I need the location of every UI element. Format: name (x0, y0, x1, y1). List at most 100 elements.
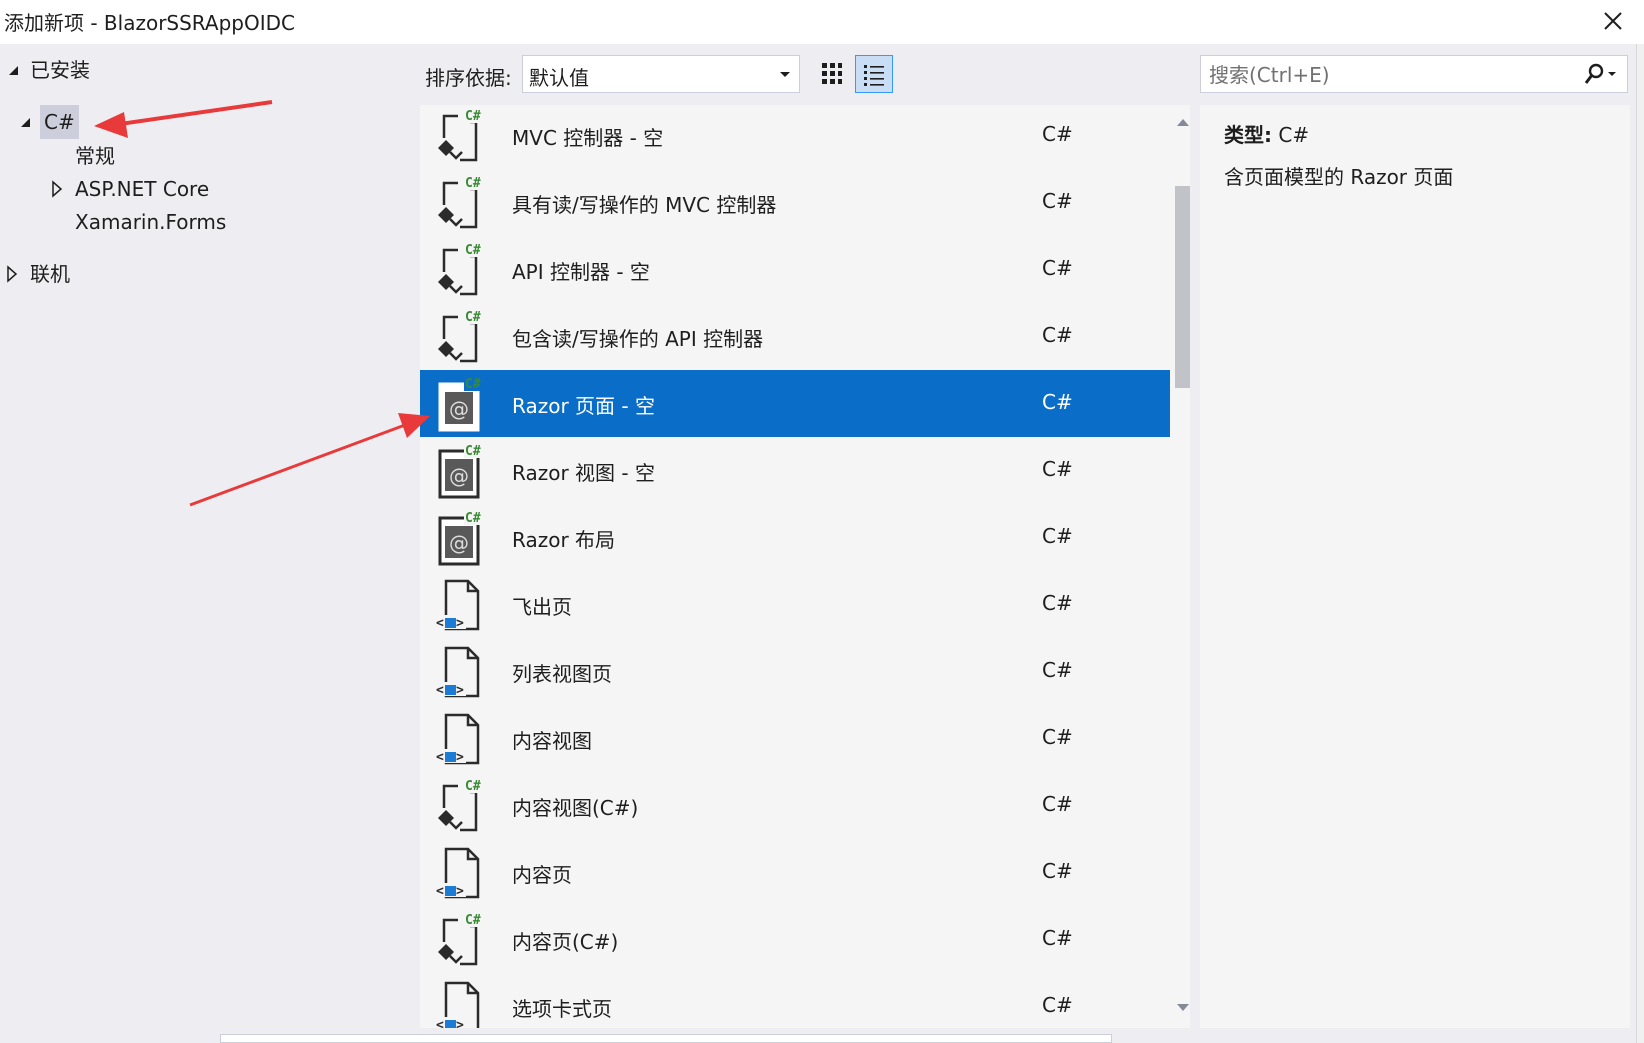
search-input[interactable] (1207, 62, 1571, 88)
template-name: Razor 布局 (512, 528, 616, 552)
template-item[interactable]: < > 内容页 C# (420, 839, 1170, 906)
csharp-class-icon: C# (436, 175, 490, 231)
template-item[interactable]: < > 列表视图页 C# (420, 638, 1170, 705)
svg-text:>: > (456, 750, 464, 765)
csharp-class-icon: C# (436, 912, 490, 968)
tree-node-installed[interactable]: 已安装 (0, 53, 400, 87)
csharp-class-icon: C# (436, 242, 490, 298)
template-language: C# (1042, 390, 1073, 414)
svg-text:<: < (436, 1018, 444, 1028)
tree-label-general: 常规 (75, 144, 115, 168)
svg-text:<: < (436, 750, 444, 765)
tree-node-aspnet-core[interactable]: ASP.NET Core (0, 172, 400, 206)
svg-text:@: @ (449, 464, 469, 488)
svg-text:>: > (456, 1018, 464, 1028)
template-description: 含页面模型的 Razor 页面 (1224, 165, 1454, 189)
xaml-page-icon: < > (436, 711, 490, 767)
template-language: C# (1042, 457, 1073, 481)
sort-value: 默认值 (529, 66, 589, 90)
tree-label-aspnet-core: ASP.NET Core (75, 177, 210, 201)
template-item[interactable]: C# 内容页(C#) C# (420, 906, 1170, 973)
template-item[interactable]: @ C# Razor 布局 C# (420, 504, 1170, 571)
razor-icon: @ C# (436, 376, 490, 432)
template-item[interactable]: C# 包含读/写操作的 API 控制器 C# (420, 303, 1170, 370)
svg-text:C#: C# (465, 913, 481, 928)
template-language: C# (1042, 792, 1073, 816)
template-language: C# (1042, 926, 1073, 950)
svg-text:C#: C# (465, 779, 481, 794)
template-language: C# (1042, 859, 1073, 883)
annotation-arrow (189, 413, 430, 507)
title-bar: 添加新项 - BlazorSSRAppOIDC (0, 0, 1644, 44)
template-item[interactable]: C# 内容视图(C#) C# (420, 772, 1170, 839)
sort-dropdown[interactable]: 默认值 (522, 55, 800, 93)
tree-node-csharp[interactable]: C# (0, 105, 400, 139)
template-item[interactable]: @ C# Razor 页面 - 空 C# (420, 370, 1170, 437)
template-item[interactable]: < > 内容视图 C# (420, 705, 1170, 772)
template-language: C# (1042, 993, 1073, 1017)
template-name: Razor 视图 - 空 (512, 461, 655, 485)
template-item[interactable]: C# API 控制器 - 空 C# (420, 236, 1170, 303)
tree-node-online[interactable]: 联机 (0, 257, 400, 291)
svg-text:>: > (456, 616, 464, 631)
expanded-arrow-icon[interactable] (6, 53, 22, 87)
svg-text:<: < (436, 884, 444, 899)
template-item[interactable]: @ C# Razor 视图 - 空 C# (420, 437, 1170, 504)
close-button[interactable] (1595, 3, 1631, 39)
expanded-arrow-icon[interactable] (18, 105, 34, 139)
svg-text:<: < (436, 683, 444, 698)
list-view-button[interactable] (855, 55, 893, 93)
svg-text:C#: C# (465, 243, 481, 258)
tree-label-xamarin-forms: Xamarin.Forms (75, 210, 227, 234)
collapsed-arrow-icon[interactable] (49, 172, 65, 206)
tree-node-xamarin-forms[interactable]: Xamarin.Forms (0, 205, 400, 239)
svg-text:>: > (456, 884, 464, 899)
list-view-icon (864, 65, 884, 86)
grid-view-icon (822, 63, 842, 84)
search-icon[interactable] (1583, 63, 1619, 87)
scrollbar-thumb[interactable] (1175, 186, 1190, 388)
tree-label-installed: 已安装 (30, 58, 90, 82)
search-box[interactable] (1200, 55, 1628, 93)
svg-text:C#: C# (465, 444, 481, 459)
template-item[interactable]: < > 飞出页 C# (420, 571, 1170, 638)
collapsed-arrow-icon[interactable] (4, 257, 20, 291)
svg-text:C#: C# (465, 310, 481, 325)
scroll-down-icon[interactable] (1176, 1003, 1190, 1013)
type-line: 类型: C# (1224, 119, 1309, 148)
tree-label-online: 联机 (30, 262, 70, 286)
xaml-page-icon: < > (436, 644, 490, 700)
template-list: C# MVC 控制器 - 空 C# C# 具有读/写操作的 MVC 控制器 C# C# API… (420, 105, 1190, 1028)
template-item[interactable]: C# MVC 控制器 - 空 C# (420, 105, 1170, 169)
template-name: 内容页 (512, 863, 572, 887)
tree-label-csharp: C# (40, 105, 79, 139)
template-name: 包含读/写操作的 API 控制器 (512, 327, 764, 351)
template-language: C# (1042, 725, 1073, 749)
template-name: 内容视图 (512, 729, 592, 753)
svg-text:@: @ (449, 531, 469, 555)
scroll-up-icon[interactable] (1176, 117, 1190, 127)
template-name: 内容视图(C#) (512, 796, 639, 820)
xaml-page-icon: < > (436, 979, 490, 1028)
name-field-edge[interactable] (220, 1034, 1112, 1043)
csharp-class-icon: C# (436, 309, 490, 365)
template-name: 内容页(C#) (512, 930, 619, 954)
svg-text:>: > (456, 683, 464, 698)
grid-view-button[interactable] (813, 55, 851, 93)
close-icon (1604, 12, 1622, 30)
type-label: 类型: (1224, 123, 1272, 147)
template-name: API 控制器 - 空 (512, 260, 650, 284)
details-pane: 类型: C# 含页面模型的 Razor 页面 (1200, 105, 1630, 1028)
template-name: 选项卡式页 (512, 997, 612, 1021)
template-item[interactable]: < > 选项卡式页 C# (420, 973, 1170, 1028)
template-name: 列表视图页 (512, 662, 612, 686)
xaml-page-icon: < > (436, 845, 490, 901)
svg-text:C#: C# (465, 176, 481, 191)
tree-node-general[interactable]: 常规 (0, 139, 400, 173)
svg-text:<: < (436, 616, 444, 631)
template-item[interactable]: C# 具有读/写操作的 MVC 控制器 C# (420, 169, 1170, 236)
template-name: Razor 页面 - 空 (512, 394, 655, 418)
csharp-class-icon: C# (436, 778, 490, 834)
csharp-class-icon: C# (436, 108, 490, 164)
razor-icon: @ C# (436, 510, 490, 566)
